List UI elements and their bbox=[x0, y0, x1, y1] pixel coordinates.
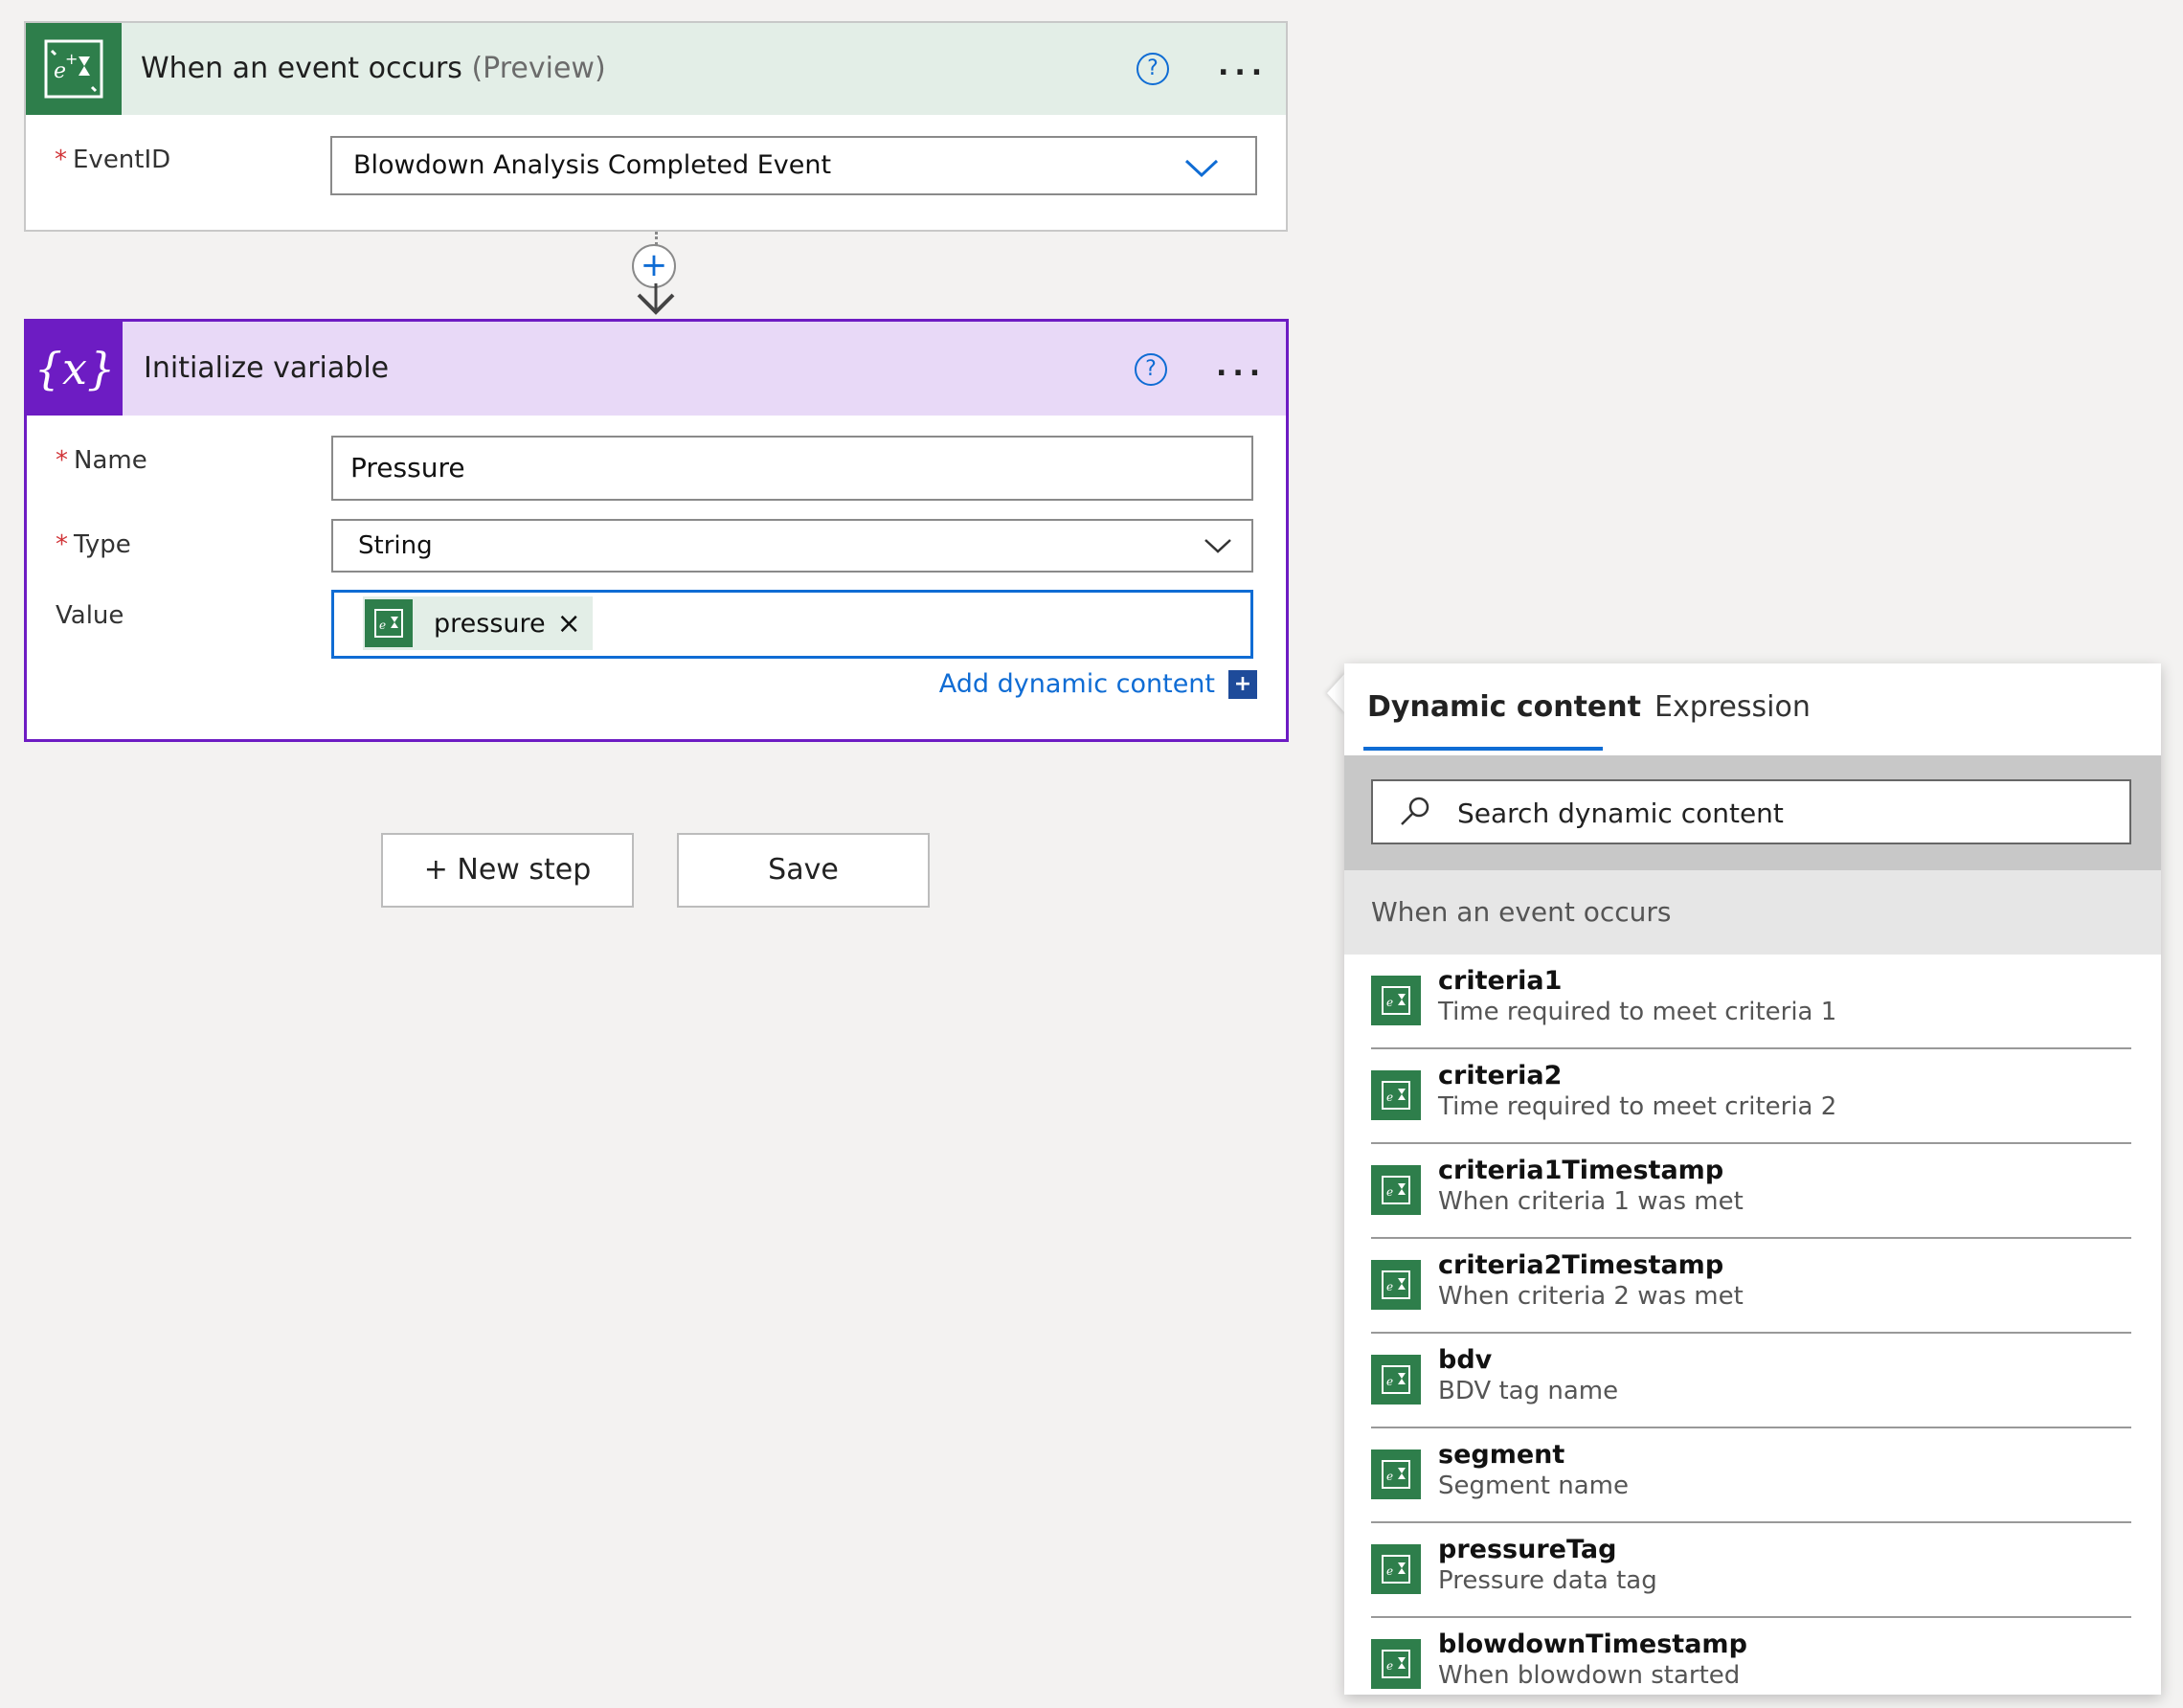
initialize-variable-card: {x} Initialize variable ? ... * Name Pres… bbox=[24, 319, 1289, 742]
item-name: pressureTag bbox=[1438, 1535, 1617, 1564]
token-label: pressure bbox=[434, 608, 546, 639]
tab-dynamic-content[interactable]: Dynamic content bbox=[1367, 690, 1641, 724]
remove-token-icon[interactable]: × bbox=[557, 607, 581, 640]
item-name: segment bbox=[1438, 1440, 1565, 1470]
search-area bbox=[1344, 755, 2161, 870]
trigger-title-suffix: (Preview) bbox=[471, 52, 606, 85]
new-step-button[interactable]: + New step bbox=[381, 833, 634, 908]
trigger-card: e + When an event occurs (Preview) ? ...… bbox=[24, 21, 1288, 232]
item-name: criteria2Timestamp bbox=[1438, 1250, 1724, 1280]
help-icon[interactable]: ? bbox=[1135, 353, 1167, 386]
svg-text:e: e bbox=[379, 618, 386, 632]
help-icon[interactable]: ? bbox=[1137, 53, 1169, 85]
svg-text:e: e bbox=[1386, 1564, 1393, 1578]
eventid-label: * EventID bbox=[55, 146, 171, 174]
event-trigger-icon: e bbox=[1371, 1165, 1421, 1215]
svg-text:e: e bbox=[1386, 1375, 1393, 1388]
svg-text:+: + bbox=[65, 50, 78, 68]
item-description: Time required to meet criteria 2 bbox=[1438, 1092, 1837, 1121]
list-item-criteria1timestamp[interactable]: e criteria1Timestamp When criteria 1 was… bbox=[1371, 1144, 2131, 1239]
trigger-title: When an event occurs (Preview) bbox=[141, 52, 606, 85]
active-tab-indicator bbox=[1363, 747, 1603, 751]
variable-value-input[interactable]: e pressure × bbox=[331, 590, 1253, 659]
insert-step-button[interactable]: + bbox=[632, 244, 676, 288]
add-dynamic-content-icon: + bbox=[1228, 669, 1257, 699]
item-name: criteria1Timestamp bbox=[1438, 1156, 1724, 1185]
event-trigger-icon: e bbox=[1371, 1639, 1421, 1689]
group-header[interactable]: When an event occurs bbox=[1344, 870, 2161, 955]
list-item-criteria2[interactable]: e criteria2 Time required to meet criter… bbox=[1371, 1049, 2131, 1144]
event-trigger-icon: e bbox=[1371, 1260, 1421, 1310]
save-button[interactable]: Save bbox=[677, 833, 930, 908]
eventid-value: Blowdown Analysis Completed Event bbox=[353, 150, 832, 180]
list-item-criteria1[interactable]: e criteria1 Time required to meet criter… bbox=[1371, 955, 2131, 1049]
list-item-blowdowntimestamp[interactable]: e blowdownTimestamp When blowdown starte… bbox=[1371, 1618, 2131, 1695]
event-trigger-icon: e bbox=[1371, 976, 1421, 1025]
event-trigger-icon: e + bbox=[26, 23, 122, 115]
arrow-down-icon bbox=[637, 283, 675, 315]
item-name: bdv bbox=[1438, 1345, 1493, 1375]
event-trigger-icon: e bbox=[1371, 1070, 1421, 1120]
chevron-down-icon bbox=[1184, 159, 1219, 178]
svg-text:e: e bbox=[1386, 1185, 1393, 1199]
tab-expression[interactable]: Expression bbox=[1654, 690, 1811, 724]
item-description: Segment name bbox=[1438, 1472, 1629, 1500]
svg-text:e: e bbox=[1386, 1470, 1393, 1483]
svg-text:e: e bbox=[1386, 1280, 1393, 1293]
initialize-variable-title: Initialize variable bbox=[144, 351, 390, 385]
item-description: BDV tag name bbox=[1438, 1377, 1619, 1405]
item-description: Time required to meet criteria 1 bbox=[1438, 998, 1837, 1026]
event-trigger-icon: e bbox=[1371, 1355, 1421, 1405]
more-options-icon[interactable]: ... bbox=[1216, 352, 1266, 381]
group-title: When an event occurs bbox=[1371, 896, 1672, 928]
variable-type-dropdown[interactable]: String bbox=[331, 519, 1253, 573]
search-box[interactable] bbox=[1371, 779, 2131, 844]
eventid-dropdown[interactable]: Blowdown Analysis Completed Event bbox=[330, 136, 1257, 195]
item-description: When criteria 1 was met bbox=[1438, 1187, 1744, 1216]
type-label: * Type bbox=[56, 530, 131, 559]
add-dynamic-content-link[interactable]: Add dynamic content + bbox=[939, 669, 1257, 699]
svg-text:e: e bbox=[1386, 996, 1393, 1009]
add-dynamic-content-label: Add dynamic content bbox=[938, 669, 1215, 699]
name-label: * Name bbox=[56, 446, 147, 475]
item-description: When blowdown started bbox=[1438, 1661, 1741, 1690]
item-description: Pressure data tag bbox=[1438, 1566, 1657, 1595]
chevron-down-icon bbox=[1204, 539, 1231, 553]
item-description: When criteria 2 was met bbox=[1438, 1282, 1744, 1311]
list-item-criteria2timestamp[interactable]: e criteria2Timestamp When criteria 2 was… bbox=[1371, 1239, 2131, 1334]
item-name: criteria2 bbox=[1438, 1061, 1563, 1090]
variable-name-input[interactable]: Pressure bbox=[331, 436, 1253, 501]
event-trigger-icon: e bbox=[365, 599, 413, 647]
event-trigger-icon: e bbox=[1371, 1450, 1421, 1499]
list-item-segment[interactable]: e segment Segment name bbox=[1371, 1428, 2131, 1523]
variable-type-value: String bbox=[358, 531, 433, 560]
search-input[interactable] bbox=[1455, 781, 2110, 844]
trigger-header[interactable]: e + When an event occurs (Preview) ? ... bbox=[26, 23, 1286, 115]
panel-pointer bbox=[1327, 672, 1346, 714]
variable-name-value: Pressure bbox=[350, 452, 465, 483]
variable-icon: {x} bbox=[27, 322, 123, 416]
initialize-variable-header[interactable]: {x} Initialize variable ? ... bbox=[27, 322, 1286, 416]
dynamic-content-panel: Dynamic content Expression When an event… bbox=[1344, 663, 2161, 1695]
item-name: criteria1 bbox=[1438, 966, 1563, 996]
list-item-bdv[interactable]: e bdv BDV tag name bbox=[1371, 1334, 2131, 1428]
value-label: Value bbox=[56, 601, 124, 630]
more-options-icon[interactable]: ... bbox=[1218, 52, 1268, 80]
item-name: blowdownTimestamp bbox=[1438, 1629, 1747, 1659]
search-icon bbox=[1401, 797, 1429, 825]
event-trigger-icon: e bbox=[1371, 1544, 1421, 1594]
svg-text:e: e bbox=[1386, 1659, 1393, 1673]
dynamic-token-pressure[interactable]: e pressure × bbox=[363, 596, 593, 650]
list-item-pressuretag[interactable]: e pressureTag Pressure data tag bbox=[1371, 1523, 2131, 1618]
svg-text:e: e bbox=[1386, 1090, 1393, 1104]
